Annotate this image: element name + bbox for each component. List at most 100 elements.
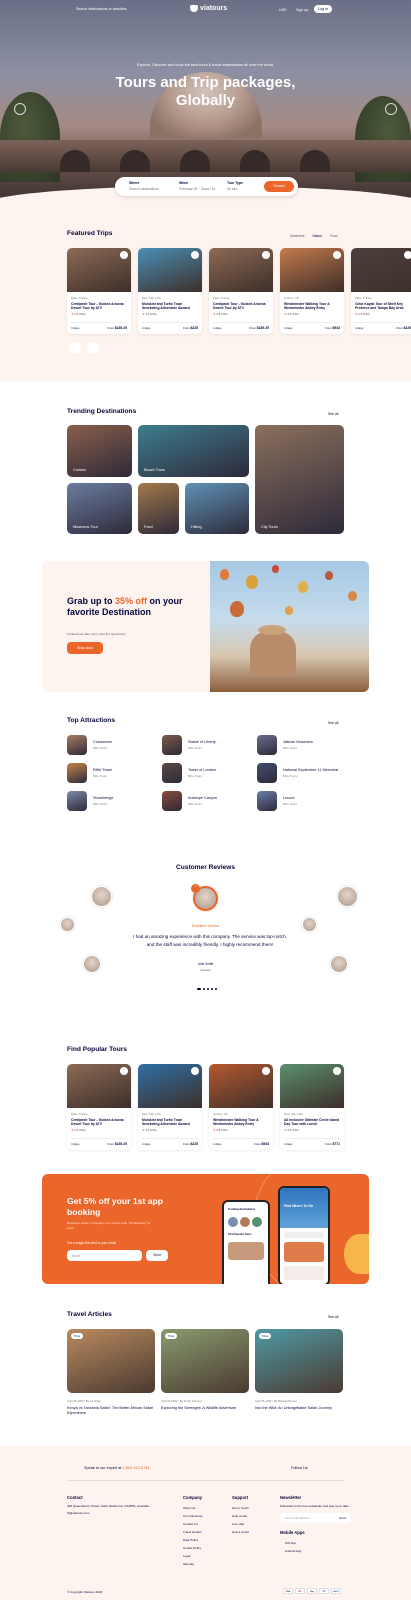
article-card[interactable]: Trips April 06 2023 • By Michael Brown I… (255, 1329, 343, 1411)
destination-tile[interactable]: Food (138, 483, 179, 534)
tour-image[interactable] (280, 248, 344, 292)
attraction-item[interactable]: Statue of Liberty 500+ Tours (162, 735, 216, 755)
pagination-dot[interactable] (215, 988, 217, 990)
reviewer-avatar[interactable] (337, 886, 358, 907)
attraction-item[interactable]: National September 11 Memorial 500+ Tours (257, 763, 338, 783)
destination-tile[interactable]: Hiking (185, 483, 249, 534)
pagination-dot[interactable] (203, 988, 205, 990)
trending-see-all-link[interactable]: See all (328, 412, 338, 416)
destination-tile[interactable]: City Tours (255, 425, 344, 534)
search-button[interactable]: Search (264, 181, 294, 192)
article-card[interactable]: Trips April 06 2023 • By Ali Tufan Kenya… (67, 1329, 155, 1416)
carousel-prev-button[interactable] (69, 342, 81, 354)
currency-selector[interactable]: USD (279, 8, 287, 12)
tour-image[interactable] (209, 1064, 273, 1108)
tour-title[interactable]: All Inclusive Ultimate Circle Island Day… (284, 1118, 340, 1127)
tour-card[interactable]: New York, USA All Inclusive Ultimate Cir… (280, 1064, 344, 1150)
heart-icon[interactable] (191, 1067, 199, 1075)
tour-image[interactable] (138, 248, 202, 292)
footer-link[interactable]: Live chat (232, 1520, 249, 1528)
footer-link[interactable]: Help center (232, 1512, 249, 1520)
attractions-see-all-link[interactable]: See all (328, 721, 338, 725)
tour-type-field[interactable]: Tour Type All tour (227, 181, 243, 191)
hero-next-arrow-icon[interactable] (385, 103, 397, 115)
tour-image[interactable] (67, 1064, 131, 1108)
contact-email[interactable]: hi@viatours.com (67, 1509, 152, 1517)
attraction-item[interactable]: Vatican Museums 500+ Tours (257, 735, 313, 755)
tour-title[interactable]: Westminster Walking Tour & Westminster A… (213, 1118, 269, 1127)
nav-search-link[interactable]: Search destinations or activities (76, 7, 127, 11)
heart-icon[interactable] (191, 251, 199, 259)
destination-tile[interactable]: Museums Tour (67, 483, 132, 534)
tour-title[interactable]: Clear Kayak Tour of Shell Key Preserve a… (355, 302, 411, 311)
carousel-next-button[interactable] (87, 342, 99, 354)
footer-link[interactable]: Data Policy (183, 1536, 203, 1544)
tour-card[interactable]: Paris, France Centipede Tour - Guided Ar… (209, 248, 273, 334)
destination-tile[interactable]: Cruises (67, 425, 132, 477)
expert-phone-link[interactable]: 1-800-453-6744 (122, 1466, 149, 1470)
tour-image[interactable] (138, 1064, 202, 1108)
articles-see-all-link[interactable]: See all (328, 1315, 338, 1319)
article-image[interactable]: Trips (255, 1329, 343, 1393)
article-card[interactable]: Trips April 06 2023 • By Emily Johnson E… (161, 1329, 249, 1411)
tour-title[interactable]: Centipede Tour - Guided Arizona Desert T… (71, 1118, 127, 1127)
footer-link[interactable]: Tours Reviews (183, 1512, 203, 1520)
tour-card[interactable]: London, UK Westminster Walking Tour & We… (209, 1064, 273, 1150)
article-title[interactable]: Exploring the Serengeti: A Wildlife Adve… (161, 1406, 249, 1411)
tour-image[interactable] (351, 248, 411, 292)
when-field[interactable]: When February 05 ~ March 14 (179, 181, 215, 191)
where-field[interactable]: Where Search destinations (129, 181, 159, 191)
footer-link[interactable]: Contact Us (183, 1520, 203, 1528)
heart-icon[interactable] (404, 251, 411, 259)
footer-link[interactable]: Travel Guides (183, 1528, 203, 1536)
tour-title[interactable]: Molokini and Turtle Town Snorkeling Adve… (142, 1118, 198, 1127)
hero-prev-arrow-icon[interactable] (14, 103, 26, 115)
book-now-button[interactable]: Book Now (67, 642, 103, 654)
attraction-item[interactable]: Colosseum 500+ Tours (67, 735, 112, 755)
article-image[interactable]: Trips (161, 1329, 249, 1393)
newsletter-send-button[interactable]: Send (339, 1513, 346, 1523)
pagination-dot[interactable] (211, 988, 213, 990)
heart-icon[interactable] (262, 251, 270, 259)
send-button[interactable]: Send (146, 1250, 168, 1261)
brand-logo[interactable]: viatours (190, 5, 227, 12)
footer-link[interactable]: Get in Touch (232, 1504, 249, 1512)
tour-title[interactable]: Westminster Walking Tour & Westminster A… (284, 302, 340, 311)
article-title[interactable]: Kenya vs Tanzania Safari: The Better Afr… (67, 1406, 155, 1416)
attraction-item[interactable]: Stonehenge 500+ Tours (67, 791, 113, 811)
pagination-dot[interactable] (207, 988, 209, 990)
heart-icon[interactable] (120, 251, 128, 259)
tour-title[interactable]: Molokini and Turtle Town Snorkeling Adve… (142, 302, 198, 311)
tour-title[interactable]: Centipede Tour - Guided Arizona Desert T… (71, 302, 127, 311)
tab-nature[interactable]: Nature (313, 234, 323, 238)
tour-card[interactable]: Paris, France Centipede Tour - Guided Ar… (67, 1064, 131, 1150)
footer-link[interactable]: Sitemap (183, 1560, 203, 1568)
article-image[interactable]: Trips (67, 1329, 155, 1393)
tour-image[interactable] (280, 1064, 344, 1108)
tour-card[interactable]: New York, USA Molokini and Turtle Town S… (138, 248, 202, 334)
footer-link[interactable]: Legal (183, 1552, 203, 1560)
login-button[interactable]: Log in (314, 5, 332, 13)
heart-icon[interactable] (333, 1067, 341, 1075)
attraction-item[interactable]: Louvre 500+ Tours (257, 791, 297, 811)
tour-image[interactable] (209, 248, 273, 292)
tab-food[interactable]: Food (330, 234, 337, 238)
tour-card[interactable]: New York, USA Molokini and Turtle Town S… (138, 1064, 202, 1150)
pagination-dot[interactable] (197, 988, 201, 990)
tour-image[interactable] (67, 248, 131, 292)
tab-adventure[interactable]: Adventure (290, 234, 305, 238)
android-app-link[interactable]: Android App (280, 1547, 350, 1555)
heart-icon[interactable] (120, 1067, 128, 1075)
heart-icon[interactable] (333, 251, 341, 259)
newsletter-email-input[interactable]: Your email address Send (280, 1513, 350, 1523)
signup-link[interactable]: Sign up (296, 8, 308, 12)
footer-link[interactable]: Cookie Policy (183, 1544, 203, 1552)
tour-card[interactable]: Paris, France Clear Kayak Tour of Shell … (351, 248, 411, 334)
tour-title[interactable]: Centipede Tour - Guided Arizona Desert T… (213, 302, 269, 311)
heart-icon[interactable] (262, 1067, 270, 1075)
reviewer-avatar[interactable] (91, 886, 112, 907)
attraction-item[interactable]: Antelope Canyon 500+ Tours (162, 791, 217, 811)
attraction-item[interactable]: Tower of London 500+ Tours (162, 763, 216, 783)
tour-card[interactable]: Paris, France Centipede Tour - Guided Ar… (67, 248, 131, 334)
tour-card[interactable]: London, UK Westminster Walking Tour & We… (280, 248, 344, 334)
